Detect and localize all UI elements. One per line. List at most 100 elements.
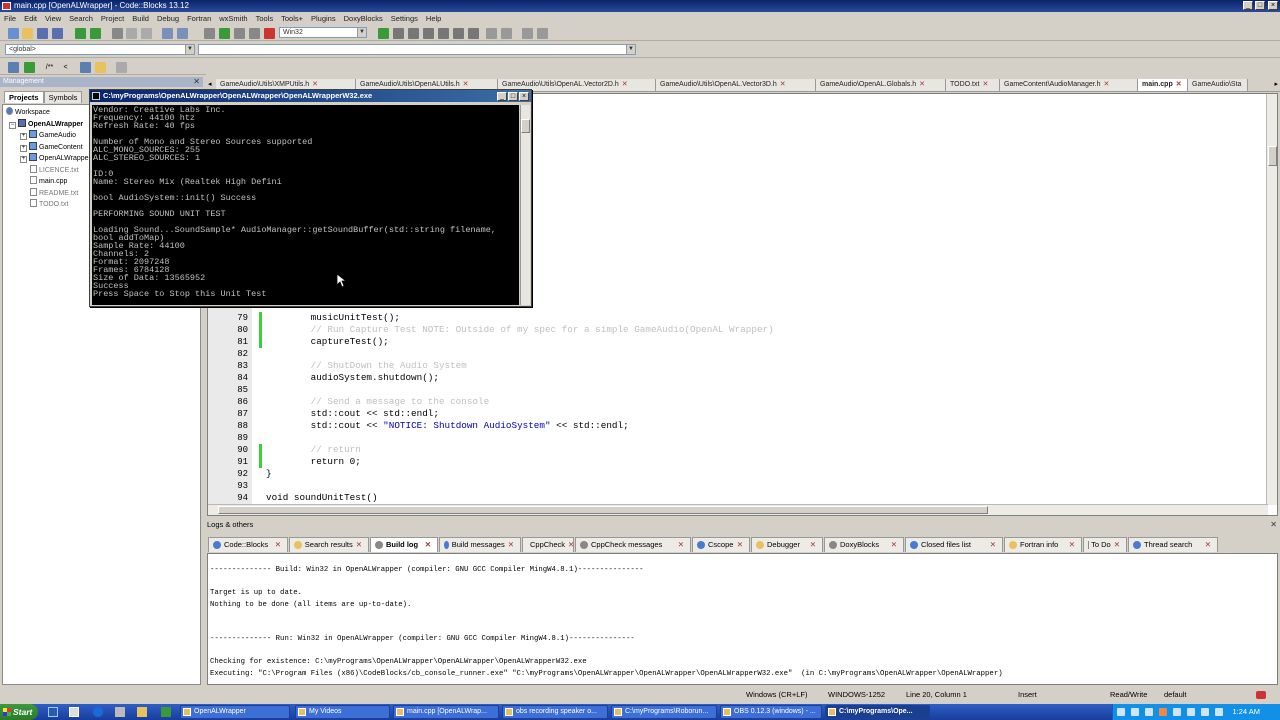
pause-icon[interactable]: [486, 28, 497, 39]
menu-edit[interactable]: Edit: [20, 12, 41, 25]
tray-icon[interactable]: [1173, 708, 1181, 716]
next-line-icon[interactable]: [408, 28, 419, 39]
close-tab-icon[interactable]: ✕: [1069, 538, 1075, 552]
step-into-instruction-icon[interactable]: [468, 28, 479, 39]
close-icon[interactable]: ✕: [1270, 520, 1277, 530]
build-icon[interactable]: [204, 28, 215, 39]
close-tab-icon[interactable]: ✕: [1114, 538, 1120, 552]
debug-run-icon[interactable]: [378, 28, 389, 39]
logs-tab[interactable]: Build log ✕: [370, 537, 438, 552]
taskbar-item[interactable]: obs recording speaker o...: [502, 705, 608, 719]
html-icon[interactable]: [80, 62, 91, 73]
menu-plugins[interactable]: Plugins: [307, 12, 340, 25]
close-tab-icon[interactable]: ✕: [990, 538, 996, 552]
expand-icon[interactable]: +: [20, 144, 27, 152]
run-to-cursor-icon[interactable]: [393, 28, 404, 39]
menu-file[interactable]: File: [0, 12, 20, 25]
tray-icon[interactable]: [1117, 708, 1125, 716]
block-comment-icon[interactable]: /**: [44, 62, 55, 73]
quicklaunch-desktop-icon[interactable]: [161, 707, 171, 717]
close-tab-icon[interactable]: ✕: [982, 81, 988, 88]
function-select[interactable]: ▼: [198, 44, 636, 55]
next-instruction-icon[interactable]: [453, 28, 464, 39]
find-icon[interactable]: [162, 28, 173, 39]
menu-help[interactable]: Help: [422, 12, 445, 25]
tab-symbols[interactable]: Symbols: [43, 91, 83, 103]
debug-windows-icon[interactable]: [522, 28, 533, 39]
start-button[interactable]: Start: [0, 704, 38, 720]
menu-settings[interactable]: Settings: [387, 12, 422, 25]
logs-tab[interactable]: CppCheck ✕: [522, 537, 574, 552]
close-tab-icon[interactable]: ✕: [810, 538, 816, 552]
quicklaunch-folder-icon[interactable]: [137, 707, 147, 717]
logs-tab[interactable]: Build messages ✕: [439, 537, 521, 552]
open-file-icon[interactable]: [22, 28, 33, 39]
logs-tab[interactable]: DoxyBlocks ✕: [824, 537, 904, 552]
close-tab-icon[interactable]: ✕: [425, 538, 431, 552]
scrollbar-thumb[interactable]: [1268, 146, 1277, 166]
close-tab-icon[interactable]: ✕: [919, 81, 925, 88]
close-tab-icon[interactable]: ✕: [1205, 538, 1211, 552]
logs-tab[interactable]: CppCheck messages ✕: [575, 537, 691, 552]
paste-icon[interactable]: [141, 28, 152, 39]
editor-tab[interactable]: GameAudio\Utils\OpenAL.Vector3D.h ✕: [656, 79, 816, 91]
editor-tab[interactable]: TODO.txt ✕: [946, 79, 1000, 91]
console-minimize-button[interactable]: _: [497, 92, 507, 101]
replace-icon[interactable]: [177, 28, 188, 39]
save-all-icon[interactable]: [52, 28, 63, 39]
expand-icon[interactable]: +: [20, 156, 27, 163]
copy-icon[interactable]: [126, 28, 137, 39]
close-tab-icon[interactable]: ✕: [508, 538, 514, 552]
menu-project[interactable]: Project: [97, 12, 128, 25]
close-tab-icon[interactable]: ✕: [678, 538, 684, 552]
logs-tab[interactable]: Thread search ✕: [1128, 537, 1218, 552]
tray-icon[interactable]: [1187, 708, 1195, 716]
close-tab-icon[interactable]: ✕: [275, 538, 281, 552]
taskbar-item[interactable]: C:\myPrograms\Ope...: [825, 705, 930, 719]
editor-tab[interactable]: GameAudio\Sta: [1188, 79, 1248, 91]
editor-tab[interactable]: GameAudio\OpenAL.Globals.h ✕: [816, 79, 946, 91]
taskbar-item[interactable]: My Videos: [295, 705, 390, 719]
quicklaunch-explorer-icon[interactable]: [115, 707, 125, 717]
close-tab-icon[interactable]: ✕: [737, 538, 743, 552]
collapse-icon[interactable]: −: [9, 121, 16, 129]
editor-horizontal-scrollbar[interactable]: [208, 504, 1268, 515]
network-icon[interactable]: [1215, 708, 1223, 716]
menu-wxsmith[interactable]: wxSmith: [215, 12, 251, 25]
step-out-icon[interactable]: [438, 28, 449, 39]
undo-icon[interactable]: [75, 28, 86, 39]
taskbar-item[interactable]: OBS 0.12.3 (windows) - ...: [720, 705, 822, 719]
run-icon[interactable]: [219, 28, 230, 39]
close-tab-icon[interactable]: ✕: [1176, 81, 1182, 88]
build-target-select[interactable]: Win32 ▼: [279, 27, 367, 38]
new-file-icon[interactable]: [8, 28, 19, 39]
quicklaunch-app-icon[interactable]: [69, 707, 79, 717]
close-tab-icon[interactable]: ✕: [780, 81, 786, 88]
close-tab-icon[interactable]: ✕: [463, 81, 469, 88]
editor-tab[interactable]: main.cpp ✕: [1138, 79, 1188, 91]
extract-icon[interactable]: [24, 62, 35, 73]
tray-icon[interactable]: [1145, 708, 1153, 716]
various-info-icon[interactable]: [537, 28, 548, 39]
scrollbar-thumb[interactable]: [218, 506, 988, 514]
close-button[interactable]: ×: [1268, 1, 1278, 10]
expand-icon[interactable]: +: [20, 133, 27, 140]
rebuild-icon[interactable]: [249, 28, 260, 39]
logs-tab[interactable]: Search results ✕: [289, 537, 369, 552]
abort-icon[interactable]: [264, 28, 275, 39]
logs-tab[interactable]: Fortran info ✕: [1004, 537, 1082, 552]
taskbar-item[interactable]: OpenALWrapper: [180, 705, 290, 719]
step-into-icon[interactable]: [423, 28, 434, 39]
menu-debug[interactable]: Debug: [153, 12, 183, 25]
close-tab-icon[interactable]: ✕: [568, 538, 574, 552]
editor-tab[interactable]: GameContent\AudioManager.h ✕: [1000, 79, 1138, 91]
volume-icon[interactable]: [1201, 708, 1209, 716]
logs-tab[interactable]: Debugger ✕: [751, 537, 823, 552]
tab-projects[interactable]: Projects: [4, 91, 44, 103]
tray-icon[interactable]: [1131, 708, 1139, 716]
logs-tab[interactable]: Cscope ✕: [692, 537, 750, 552]
menu-view[interactable]: View: [41, 12, 65, 25]
console-scrollbar[interactable]: [520, 105, 530, 305]
close-icon[interactable]: ✕: [193, 77, 200, 87]
quicklaunch-ie-icon[interactable]: [93, 707, 103, 717]
